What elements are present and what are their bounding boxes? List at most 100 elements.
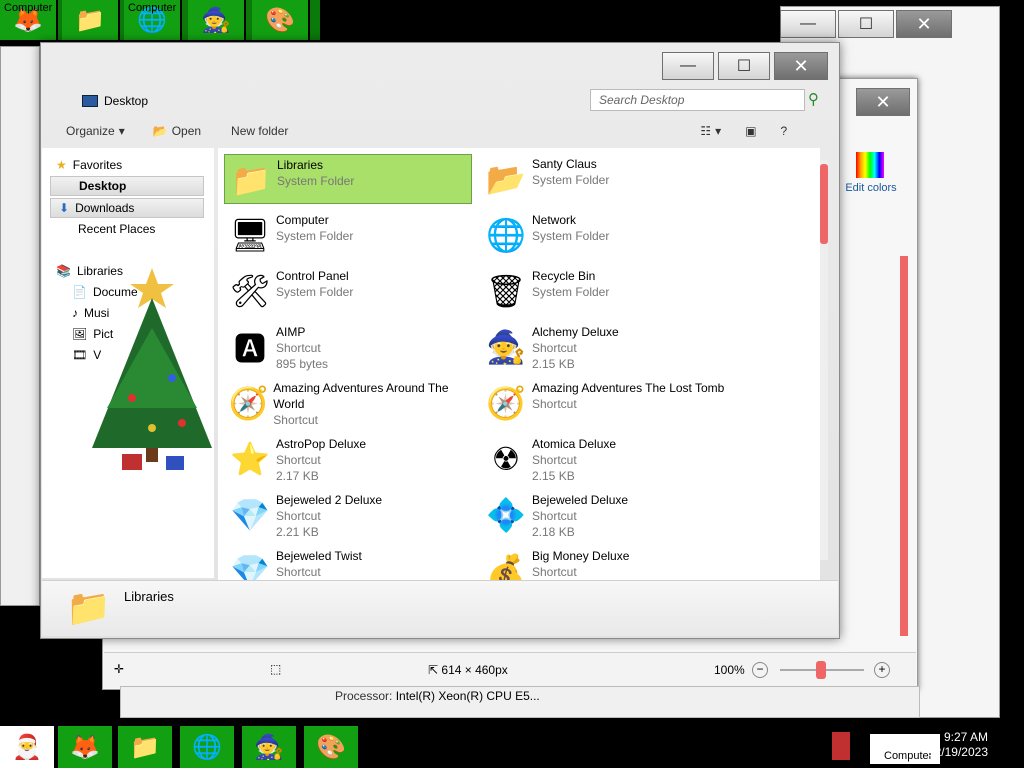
file-item[interactable]: 🅰 AIMP Shortcut 895 bytes xyxy=(224,322,472,372)
bg-minimize-button[interactable]: — xyxy=(780,10,836,38)
processor-label: Processor: xyxy=(335,689,393,703)
file-item[interactable]: 💎 Bejeweled Twist Shortcut xyxy=(224,546,472,580)
bg-close-button[interactable]: ✕ xyxy=(896,10,952,38)
search-input[interactable]: Search Desktop xyxy=(590,89,805,111)
selection-icon: ⬚ xyxy=(270,662,282,676)
maximize-button[interactable]: ☐ xyxy=(718,52,770,80)
gem-icon: 💎 xyxy=(230,553,270,580)
show-desktop-marker[interactable] xyxy=(832,732,850,760)
breadcrumb-desktop[interactable]: Desktop xyxy=(104,94,148,108)
file-item[interactable]: ⭐ AstroPop Deluxe Shortcut 2.17 KB xyxy=(224,434,472,484)
favorites-label: Favorites xyxy=(72,158,123,172)
folder-button[interactable]: 📁 xyxy=(62,0,120,40)
file-item-type: System Folder xyxy=(532,173,610,187)
nav-desktop[interactable]: Desktop xyxy=(50,176,204,196)
library-icon: 📚 xyxy=(56,264,71,278)
file-item-type: Shortcut xyxy=(532,453,577,467)
taskbar-paint[interactable]: 🎨 xyxy=(304,726,360,768)
compass-icon: 🧭 xyxy=(486,385,526,421)
details-pane: 📁 Libraries xyxy=(42,580,838,636)
open-button[interactable]: 📂 Open xyxy=(153,124,201,138)
library-folder-icon: 📁 xyxy=(231,162,271,198)
paint-close-button[interactable]: ✕ xyxy=(856,88,910,116)
clock[interactable]: 9:27 AM 12/19/2023 xyxy=(928,730,988,760)
taskbar-wizard[interactable]: 🧙 xyxy=(242,726,298,768)
file-item-text: AstroPop Deluxe Shortcut 2.17 KB xyxy=(276,434,366,484)
file-item-name: Libraries xyxy=(277,158,324,172)
file-item[interactable]: 🧙 Alchemy Deluxe Shortcut 2.15 KB xyxy=(480,322,728,372)
file-item[interactable]: 💎 Bejeweled 2 Deluxe Shortcut 2.21 KB xyxy=(224,490,472,540)
firefox-button[interactable]: Computer 🦊 xyxy=(0,0,58,40)
desktop-icon xyxy=(82,95,98,107)
file-item-text: Alchemy Deluxe Shortcut 2.15 KB xyxy=(532,322,619,372)
tray-label: Computer xyxy=(884,750,933,762)
organize-label: Organize xyxy=(66,124,115,138)
file-item[interactable]: 💠 Bejeweled Deluxe Shortcut 2.18 KB xyxy=(480,490,728,540)
command-bar: Organize ▾ 📂 Open New folder ☷ ▾ ▣ ? xyxy=(42,118,838,144)
organize-button[interactable]: Organize ▾ xyxy=(66,124,125,138)
chrome-button[interactable]: Computer 🌐 xyxy=(124,0,182,40)
canvas-size: ⇱ 614 × 460px xyxy=(428,663,508,677)
help-button[interactable]: ? xyxy=(781,124,788,138)
taskbar-firefox[interactable]: 🦊 xyxy=(58,726,114,768)
download-icon: ⬇ xyxy=(59,201,70,215)
top-app-strip: Computer 🦊 📁 Computer 🌐 🧙 🎨 xyxy=(0,0,320,40)
file-item[interactable]: 🖥 Computer System Folder xyxy=(224,210,472,260)
new-folder-button[interactable]: New folder xyxy=(231,124,288,138)
close-button[interactable]: ✕ xyxy=(774,52,828,80)
file-item[interactable]: 🧭 Amazing Adventures The Lost Tomb Shortcu… xyxy=(480,378,728,428)
edit-colors-button[interactable]: Edit colors xyxy=(836,146,906,226)
taskbar-chrome[interactable]: 🌐 xyxy=(180,726,236,768)
zoom-slider-thumb[interactable] xyxy=(816,661,826,679)
background-window-left xyxy=(0,46,40,606)
wizard-button[interactable]: 🧙 xyxy=(188,0,246,40)
file-item-type: Shortcut xyxy=(276,453,321,467)
zoom-in-button[interactable]: + xyxy=(874,662,890,678)
preview-pane-button[interactable]: ▣ xyxy=(745,124,756,138)
file-item[interactable]: 🛠 Control Panel System Folder xyxy=(224,266,472,316)
help-icon: ? xyxy=(780,124,788,138)
file-item[interactable]: 📂 Santy Claus System Folder xyxy=(480,154,728,204)
file-item[interactable]: 🗑 Recycle Bin System Folder xyxy=(480,266,728,316)
file-item[interactable]: 💰 Big Money Deluxe Shortcut xyxy=(480,546,728,580)
file-item[interactable]: 🧭 Amazing Adventures Around The World Shor… xyxy=(224,378,472,428)
chevron-down-icon: ▾ xyxy=(118,124,125,138)
start-button[interactable]: 🎅 xyxy=(0,726,56,768)
wizard-icon: 🧙 xyxy=(254,733,284,761)
resize-icon: ⇱ xyxy=(428,663,442,677)
file-item-text: Bejeweled Twist Shortcut xyxy=(276,546,362,580)
zoom-out-button[interactable]: − xyxy=(752,662,768,678)
file-item-type: Shortcut xyxy=(532,397,577,411)
file-item[interactable]: ☢ Atomica Deluxe Shortcut 2.15 KB xyxy=(480,434,728,484)
minimize-button[interactable]: — xyxy=(662,52,714,80)
scrollbar-thumb[interactable] xyxy=(820,164,828,244)
paint-button[interactable]: 🎨 xyxy=(252,0,310,40)
file-item-type: System Folder xyxy=(532,285,610,299)
file-item-type: Shortcut xyxy=(276,509,321,523)
file-item-name: AIMP xyxy=(276,325,306,339)
file-item-text: AIMP Shortcut 895 bytes xyxy=(276,322,328,372)
control-panel-icon: 🛠 xyxy=(229,273,271,309)
file-item[interactable]: 📁 Libraries System Folder xyxy=(224,154,472,204)
taskbar-explorer[interactable]: 📁 xyxy=(118,726,174,768)
file-item-size: 2.18 KB xyxy=(532,525,575,539)
preview-pane-icon: ▣ xyxy=(745,124,757,138)
file-item-name: Control Panel xyxy=(276,269,349,283)
breadcrumb[interactable]: Desktop xyxy=(82,90,582,112)
library-folder-icon: 📁 xyxy=(66,587,111,628)
view-options-button[interactable]: ☷ ▾ xyxy=(700,124,721,138)
file-item-text: Amazing Adventures Around The World Short… xyxy=(273,378,472,428)
search-icon[interactable]: ⚲ xyxy=(808,90,828,110)
santa-icon: 🎅 xyxy=(12,733,42,761)
money-bag-icon: 💰 xyxy=(486,553,526,580)
file-item[interactable]: 🌐 Network System Folder xyxy=(480,210,728,260)
nav-recent-places[interactable]: Recent Places xyxy=(78,222,155,236)
file-item-text: Atomica Deluxe Shortcut 2.15 KB xyxy=(532,434,616,484)
nav-downloads[interactable]: ⬇ Downloads xyxy=(50,198,204,218)
bg-maximize-button[interactable]: ☐ xyxy=(838,10,894,38)
file-item-name: Big Money Deluxe xyxy=(532,549,630,563)
wizard-icon: 🧙 xyxy=(201,6,231,34)
nav-favorites[interactable]: ★ Favorites xyxy=(56,158,122,172)
file-item-text: Big Money Deluxe Shortcut xyxy=(532,546,629,580)
paint-scrollbar[interactable] xyxy=(900,256,908,636)
